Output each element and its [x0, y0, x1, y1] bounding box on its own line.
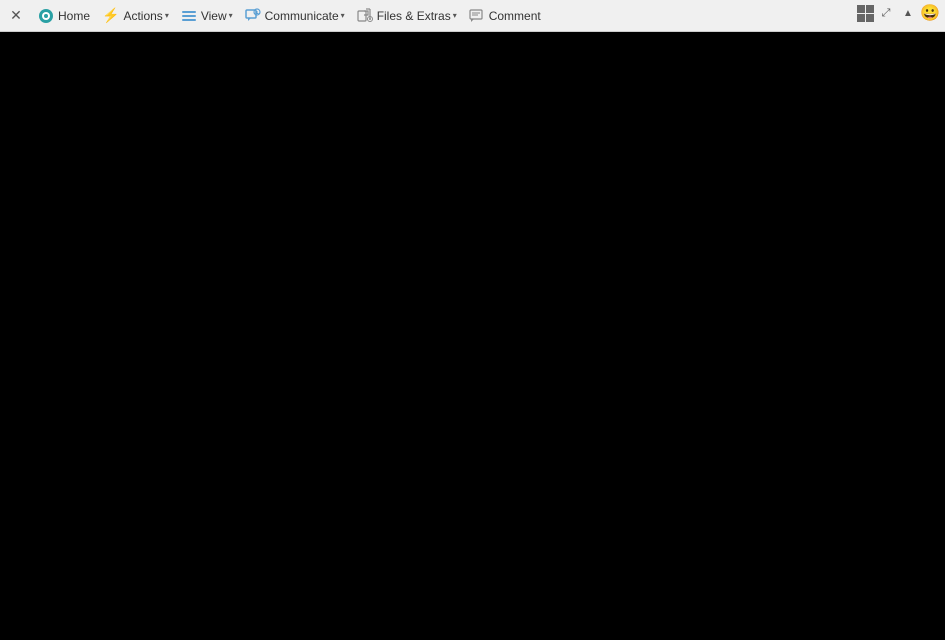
expand-icon-button[interactable]: ⤢	[875, 2, 897, 24]
emoji-icon: 😀	[920, 3, 940, 23]
close-icon: ✕	[10, 7, 22, 24]
toolbar-item-home[interactable]: Home	[32, 2, 96, 30]
toolbar-item-comment[interactable]: Comment	[463, 2, 547, 30]
collapse-button[interactable]: ▲	[897, 2, 919, 24]
toolbar: ✕ Home ⚡ Actions ▾ View ▾	[0, 0, 945, 32]
files-extras-dropdown-chevron: ▾	[453, 11, 457, 20]
emoji-button[interactable]: 😀	[919, 2, 941, 24]
lightning-icon: ⚡	[102, 7, 119, 24]
toolbar-files-extras-label: Files & Extras	[377, 9, 451, 23]
toolbar-item-files-extras[interactable]: Files & Extras ▾	[351, 2, 463, 30]
toolbar-home-label: Home	[58, 9, 90, 23]
toolbar-view-label: View	[201, 9, 227, 23]
communicate-dropdown-chevron: ▾	[341, 11, 345, 20]
up-arrow-icon: ▲	[903, 8, 913, 19]
toolbar-item-view[interactable]: View ▾	[175, 2, 239, 30]
close-button[interactable]: ✕	[4, 4, 28, 28]
grid-icon	[856, 5, 875, 22]
actions-dropdown-chevron: ▾	[165, 11, 169, 20]
files-extras-icon	[357, 8, 373, 24]
toolbar-right-controls: ⤢ ▲ 😀	[856, 2, 941, 24]
comment-icon	[469, 8, 485, 24]
home-icon	[38, 8, 54, 24]
toolbar-actions-label: Actions	[123, 9, 162, 23]
toolbar-comment-label: Comment	[489, 9, 541, 23]
communicate-icon	[245, 8, 261, 24]
toolbar-item-actions[interactable]: ⚡ Actions ▾	[96, 2, 175, 30]
toolbar-communicate-label: Communicate	[265, 9, 339, 23]
view-icon	[181, 8, 197, 24]
expand-icon: ⤢	[882, 7, 891, 20]
view-dropdown-chevron: ▾	[229, 11, 233, 20]
main-content-area	[0, 32, 945, 640]
toolbar-item-communicate[interactable]: Communicate ▾	[239, 2, 351, 30]
